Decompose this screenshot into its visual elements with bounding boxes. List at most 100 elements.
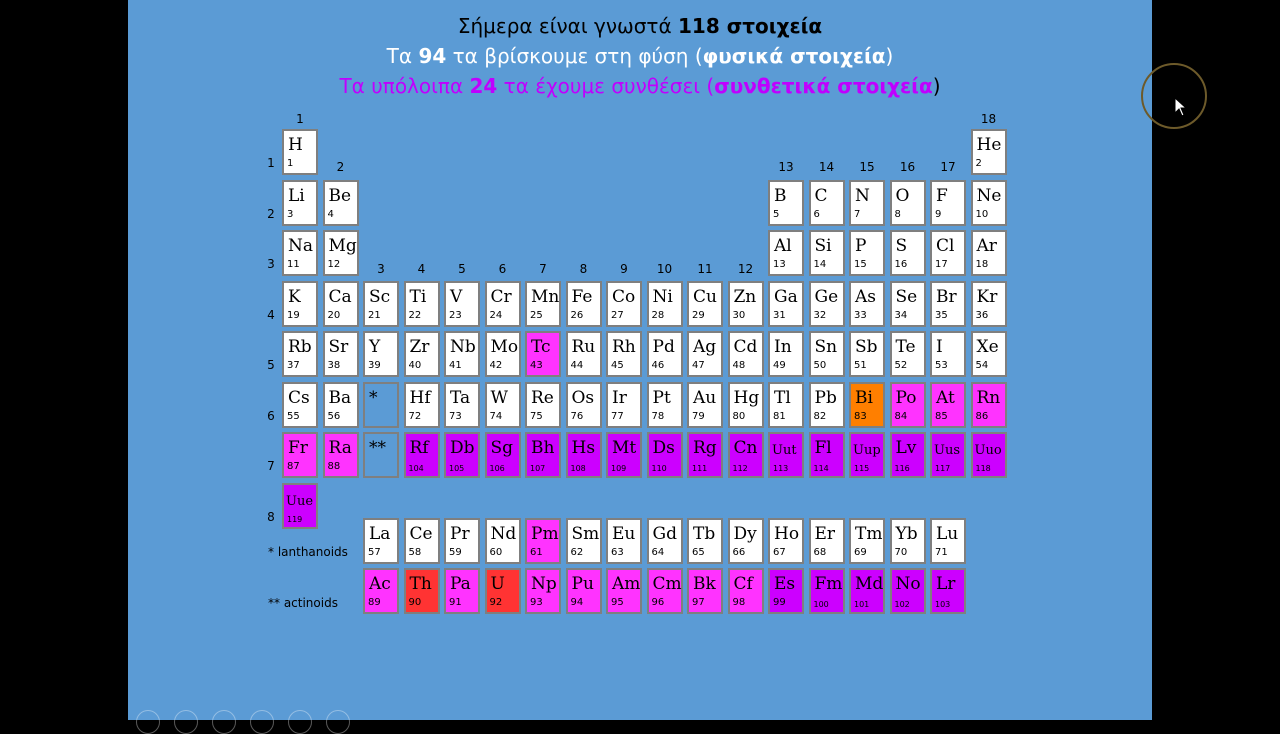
- element-cell-yb: Yb 70: [889, 518, 926, 564]
- element-symbol: Sb: [855, 337, 878, 357]
- atomic-number: 82: [813, 411, 827, 422]
- previous-slide-icon[interactable]: [136, 710, 160, 734]
- atomic-number: 98: [732, 597, 746, 608]
- element-cell-ar: Ar 18: [970, 230, 1007, 276]
- actinoids-label: ** actinoids: [268, 596, 338, 610]
- group-label-18: 18: [980, 112, 997, 126]
- atomic-number: 50: [813, 360, 827, 371]
- element-symbol: N: [855, 186, 870, 206]
- atomic-number: 26: [570, 310, 584, 321]
- atomic-number: 81: [773, 411, 786, 422]
- element-cell-rb: Rb 37: [282, 331, 318, 377]
- element-cell-dy: Dy 66: [727, 518, 764, 564]
- period-label-8: 8: [267, 510, 275, 524]
- atomic-number: 28: [651, 310, 665, 321]
- atomic-number: 2: [975, 158, 982, 169]
- slides-grid-icon[interactable]: [250, 710, 274, 734]
- zoom-icon[interactable]: [288, 710, 312, 734]
- atomic-number: 27: [611, 310, 624, 321]
- element-cell-ni: Ni 28: [646, 281, 683, 327]
- more-options-icon[interactable]: [326, 710, 350, 734]
- element-cell-bi: Bi 83: [849, 382, 885, 428]
- element-symbol: S: [895, 236, 908, 256]
- element-symbol: Be: [328, 186, 352, 206]
- atomic-number: 8: [894, 209, 901, 220]
- group-label-15: 15: [859, 160, 875, 174]
- element-symbol: Al: [774, 236, 792, 256]
- element-cell-cf: Cf 98: [727, 568, 764, 614]
- element-symbol: H: [288, 135, 303, 155]
- atomic-number: 66: [732, 547, 746, 558]
- atomic-number: 18: [975, 259, 989, 270]
- atomic-number: 91: [449, 597, 462, 608]
- element-cell-br: Br 35: [930, 281, 966, 327]
- pen-icon[interactable]: [212, 710, 236, 734]
- atomic-number: 97: [692, 597, 705, 608]
- element-cell-ne: Ne 10: [970, 180, 1007, 226]
- cursor-highlight-ring: [1141, 63, 1207, 129]
- element-symbol: Gd: [652, 524, 677, 544]
- atomic-number: 70: [894, 547, 908, 558]
- atomic-number: 32: [813, 310, 827, 321]
- element-symbol: Yb: [895, 524, 918, 544]
- element-cell-ru: Ru 44: [565, 331, 602, 377]
- element-symbol: U: [490, 574, 505, 594]
- element-cell-lu: Lu 71: [930, 518, 966, 564]
- atomic-number: 15: [854, 259, 867, 270]
- atomic-number: 71: [935, 547, 948, 558]
- element-cell-uus: Uus 117: [930, 432, 966, 478]
- atomic-number: 79: [692, 411, 705, 422]
- element-cell-sn: Sn 50: [808, 331, 845, 377]
- atomic-number: 103: [935, 600, 951, 609]
- element-cell-fe: Fe 26: [565, 281, 602, 327]
- element-symbol: Kr: [976, 287, 998, 307]
- element-symbol: Co: [612, 287, 636, 307]
- element-cell-th: Th 90: [403, 568, 440, 614]
- element-cell-sm: Sm 62: [565, 518, 602, 564]
- element-symbol: Po: [895, 388, 917, 408]
- atomic-number: 53: [935, 360, 948, 371]
- element-symbol: Cs: [288, 388, 310, 408]
- group-label-11: 11: [697, 262, 713, 276]
- atomic-number: 5: [773, 209, 780, 220]
- element-symbol: Ra: [328, 438, 352, 458]
- element-symbol: Rn: [976, 388, 1001, 408]
- atomic-number: 108: [570, 464, 586, 473]
- atomic-number: 102: [894, 600, 910, 609]
- atomic-number: 118: [975, 464, 991, 473]
- element-symbol: Ir: [612, 388, 627, 408]
- atomic-number: 93: [530, 597, 543, 608]
- next-slide-icon[interactable]: [174, 710, 198, 734]
- element-symbol: Dy: [733, 524, 757, 544]
- atomic-number: 51: [854, 360, 867, 371]
- element-cell-al: Al 13: [768, 230, 804, 276]
- atomic-number: 3: [287, 209, 294, 220]
- element-cell-se: Se 34: [889, 281, 926, 327]
- element-cell-zn: Zn 30: [727, 281, 764, 327]
- element-symbol: Cm: [652, 574, 682, 594]
- element-cell-cl: Cl 17: [930, 230, 966, 276]
- element-cell-uuo: Uuo 118: [970, 432, 1007, 478]
- element-cell-lv: Lv 116: [889, 432, 926, 478]
- element-cell-rh: Rh 45: [606, 331, 642, 377]
- group-label-1: 1: [296, 112, 304, 126]
- element-cell-lr: Lr 103: [930, 568, 966, 614]
- element-cell-rn: Rn 86: [970, 382, 1007, 428]
- element-symbol: Pt: [652, 388, 671, 408]
- group-label-13: 13: [778, 160, 794, 174]
- atomic-number: 101: [854, 600, 870, 609]
- element-symbol: **: [369, 438, 386, 458]
- element-cell-kr: Kr 36: [970, 281, 1007, 327]
- element-symbol: Ru: [571, 337, 596, 357]
- headline-natural: Τα 94 τα βρίσκουμε στη φύση (φυσικά στοι…: [128, 43, 1152, 69]
- element-symbol: Pa: [450, 574, 471, 594]
- atomic-number: 109: [611, 464, 627, 473]
- element-symbol: Cr: [490, 287, 512, 307]
- element-symbol: Zr: [409, 337, 430, 357]
- element-symbol: Au: [693, 388, 717, 408]
- period-label-2: 2: [267, 207, 275, 221]
- atomic-number: 38: [327, 360, 341, 371]
- group-label-2: 2: [336, 160, 345, 174]
- element-symbol: Ne: [976, 186, 1002, 206]
- element-cell-in: In 49: [768, 331, 804, 377]
